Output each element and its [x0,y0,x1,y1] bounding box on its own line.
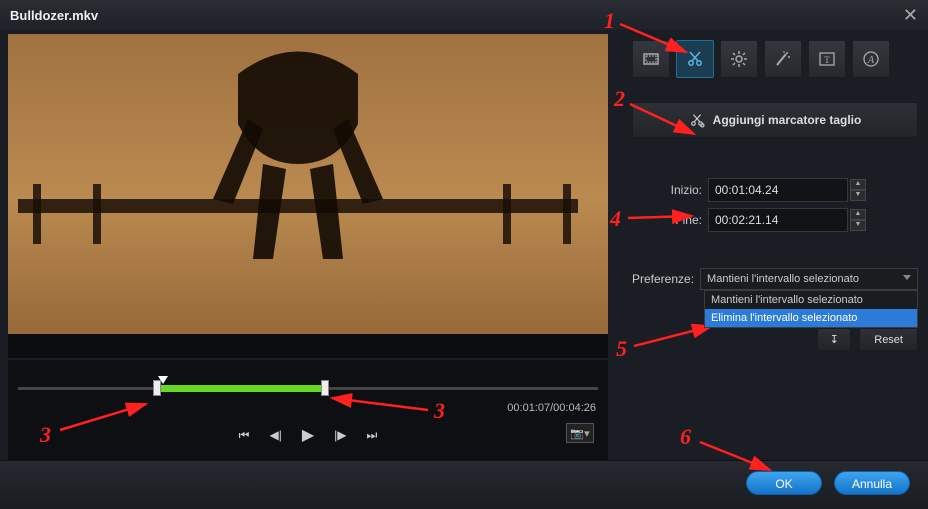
camera-icon: 📷▾ [570,427,589,440]
end-spinner[interactable]: ▲▼ [850,209,866,231]
snapshot-button[interactable]: 📷▾ [566,423,594,443]
preference-selected: Mantieni l'intervallo selezionato [707,273,859,285]
tool-effects-button[interactable] [764,40,802,78]
svg-text:T: T [824,55,830,65]
preference-label: Preferenze: [632,272,694,286]
trim-handle-end[interactable] [321,380,329,396]
chevron-up-icon[interactable]: ▲ [850,179,866,190]
time-fields: Inizio: ▲▼ Fine: ▲▼ [632,178,918,238]
tool-cut-button[interactable] [676,40,714,78]
play-button[interactable]: ▶ [302,425,314,445]
playhead-icon[interactable] [158,376,168,384]
add-marker-button[interactable]: + Aggiungi marcatore taglio [632,102,918,138]
preference-option-delete[interactable]: Elimina l'intervallo selezionato [705,309,917,327]
prev-frame-button[interactable]: ◀| [269,428,281,442]
tool-font-button[interactable]: A [852,40,890,78]
svg-text:+: + [701,123,704,128]
close-icon[interactable]: ✕ [903,5,918,26]
playback-controls: 00:01:07/00:04:26 ⏮ ◀| ▶ |▶ ⏭ 📷▾ [8,360,608,460]
end-label: Fine: [632,213,702,227]
start-input[interactable] [708,178,848,202]
time-total: 00:04:26 [553,402,596,414]
trim-segment[interactable] [157,385,325,392]
timeline[interactable] [18,378,598,398]
chevron-down-icon [903,275,911,280]
end-input[interactable] [708,208,848,232]
tool-crop-button[interactable] [632,40,670,78]
add-marker-label: Aggiungi marcatore taglio [713,113,862,127]
reset-label: Reset [874,334,903,346]
goto-start-button[interactable]: ⏮ [239,428,250,443]
goto-end-button[interactable]: ⏭ [367,428,378,443]
right-pane: T A + Aggiungi marcatore taglio Inizio: … [620,30,928,460]
window-title: Bulldozer.mkv [10,8,98,23]
footer: OK Annulla [0,460,928,504]
tool-text-button[interactable]: T [808,40,846,78]
titlebar: Bulldozer.mkv ✕ [0,0,928,30]
playback-row: ⏮ ◀| ▶ |▶ ⏭ 📷▾ [18,420,598,450]
content: 00:01:07/00:04:26 ⏮ ◀| ▶ |▶ ⏭ 📷▾ [0,30,928,460]
svg-text:A: A [867,55,875,66]
start-row: Inizio: ▲▼ [632,178,918,202]
time-current: 00:01:07 [507,402,550,414]
tool-brightness-button[interactable] [720,40,758,78]
apply-preset-button[interactable]: ↧ [817,328,851,351]
start-label: Inizio: [632,183,702,197]
chevron-down-icon[interactable]: ▼ [850,220,866,231]
tool-row: T A [632,40,918,78]
next-frame-button[interactable]: |▶ [334,428,346,442]
end-row: Fine: ▲▼ [632,208,918,232]
apply-preset-icon: ↧ [830,333,839,346]
chevron-up-icon[interactable]: ▲ [850,209,866,220]
action-row: ↧ Reset [632,328,918,351]
reset-button[interactable]: Reset [859,328,918,351]
scissors-plus-icon: + [689,112,705,128]
preference-row: Preferenze: Mantieni l'intervallo selezi… [632,268,918,290]
time-readout: 00:01:07/00:04:26 [18,402,596,414]
ok-button[interactable]: OK [746,471,822,495]
cancel-button[interactable]: Annulla [834,471,910,495]
left-pane: 00:01:07/00:04:26 ⏮ ◀| ▶ |▶ ⏭ 📷▾ [0,30,620,460]
start-spinner[interactable]: ▲▼ [850,179,866,201]
preference-select[interactable]: Mantieni l'intervallo selezionato [700,268,918,290]
preference-dropdown: Mantieni l'intervallo selezionato Elimin… [704,290,918,328]
preference-option-keep[interactable]: Mantieni l'intervallo selezionato [705,291,917,309]
video-preview [8,34,608,358]
chevron-down-icon[interactable]: ▼ [850,190,866,201]
